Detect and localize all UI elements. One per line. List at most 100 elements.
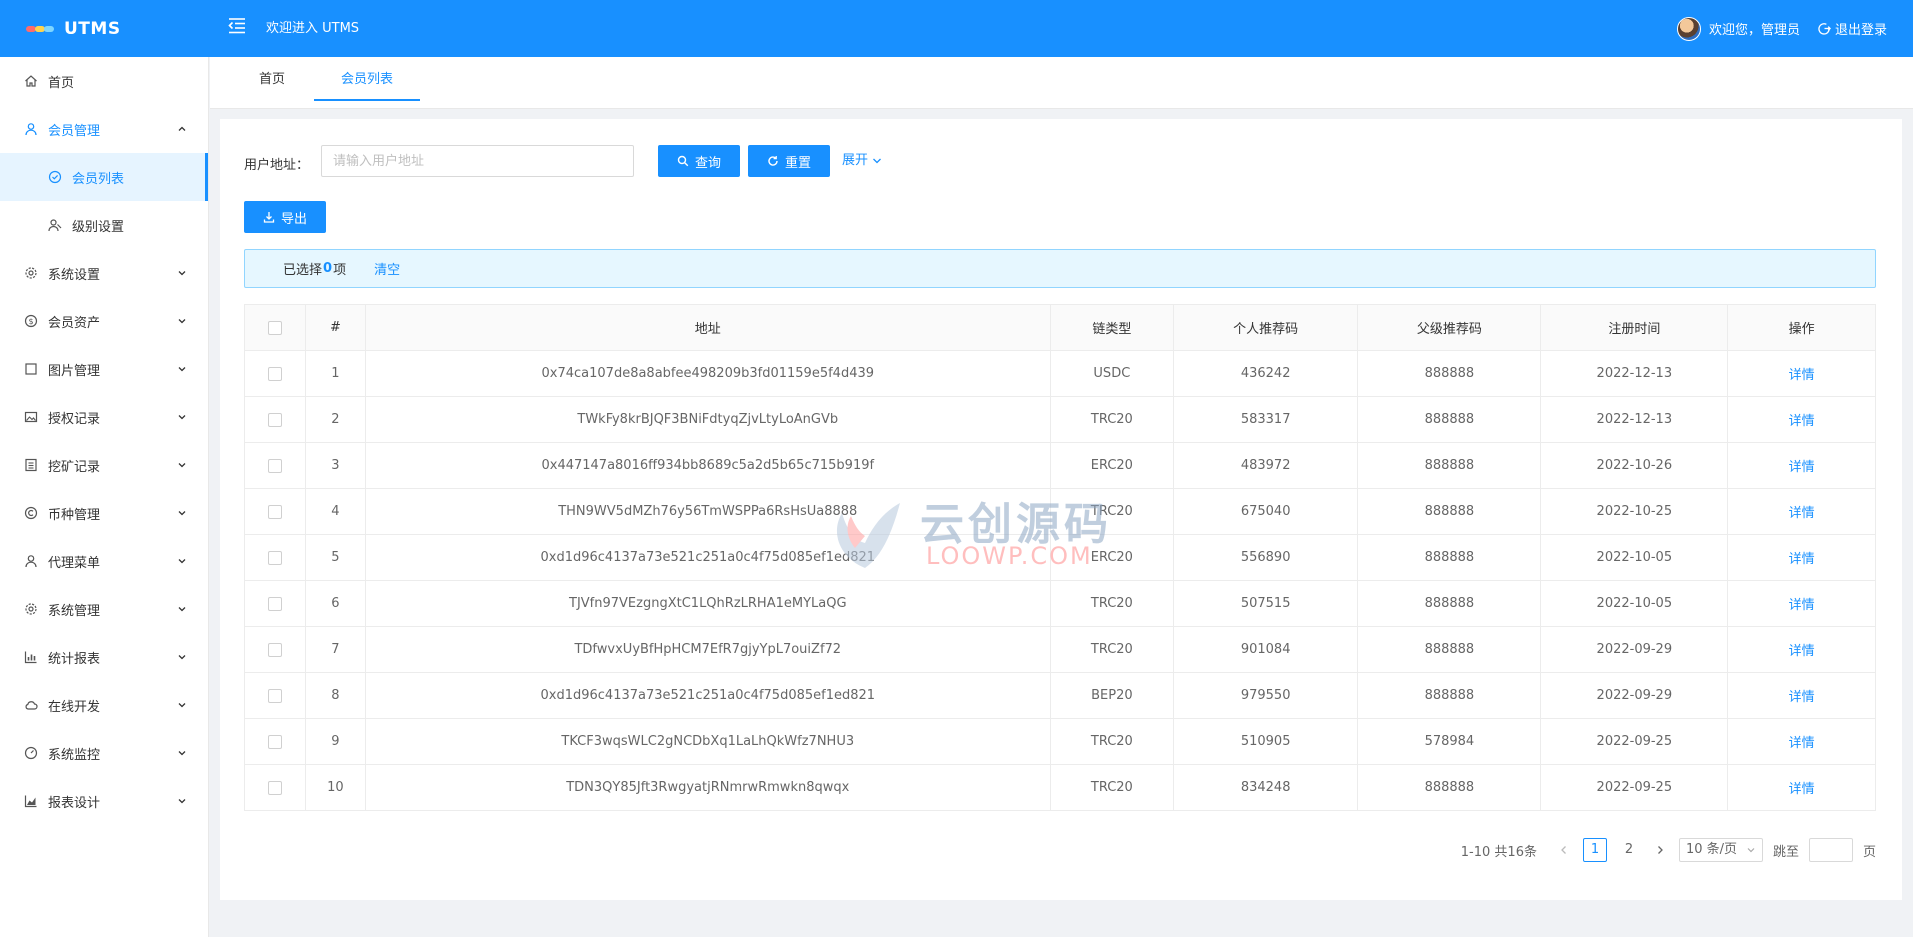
top-header: UTMS 欢迎进入 UTMS 欢迎您，管理员 退出登录 bbox=[0, 0, 1913, 57]
detail-link[interactable]: 详情 bbox=[1789, 598, 1815, 613]
detail-link[interactable]: 详情 bbox=[1789, 782, 1815, 797]
sidebar-item-member-management[interactable]: 会员管理 bbox=[0, 105, 208, 153]
sidebar-item-home[interactable]: 首页 bbox=[0, 57, 208, 105]
table-row: 8 0xd1d96c4137a73e521c251a0c4f75d085ef1e… bbox=[243, 672, 1876, 719]
expand-toggle[interactable]: 展开 bbox=[842, 145, 883, 177]
sidebar-item-label: 会员列表 bbox=[72, 171, 125, 187]
row-index: 2 bbox=[305, 396, 366, 443]
query-button[interactable]: 查询 bbox=[658, 145, 740, 177]
detail-link[interactable]: 详情 bbox=[1789, 414, 1815, 429]
parent-code-cell: 888888 bbox=[1357, 626, 1542, 673]
parent-code-cell: 888888 bbox=[1357, 396, 1542, 443]
sidebar-item-level-settings[interactable]: 级别设置 bbox=[0, 201, 208, 249]
dashboard-icon bbox=[24, 746, 38, 760]
referral-code-cell: 979550 bbox=[1172, 672, 1359, 719]
tab-member-list[interactable]: 会员列表 bbox=[314, 57, 420, 101]
address-cell: THN9WV5dMZh76y56TmWSPPa6RsHsUa8888 bbox=[364, 488, 1051, 535]
user-address-input[interactable] bbox=[321, 145, 634, 177]
address-cell: TKCF3wqsWLC2gNCDbXq1LaLhQkWfz7NHU3 bbox=[364, 718, 1051, 765]
select-all-checkbox[interactable] bbox=[268, 320, 283, 335]
table-row: 3 0x447147a8016ff934bb8689c5a2d5b65c715b… bbox=[243, 442, 1876, 489]
chevron-down-icon bbox=[178, 463, 186, 468]
row-checkbox[interactable] bbox=[268, 366, 283, 381]
sidebar-item-mining-records[interactable]: 挖矿记录 bbox=[0, 441, 208, 489]
clear-selection-link[interactable]: 清空 bbox=[374, 259, 400, 278]
sidebar-item-report-design[interactable]: 报表设计 bbox=[0, 777, 208, 825]
next-page-button[interactable] bbox=[1651, 838, 1669, 862]
circle-check-icon bbox=[48, 170, 62, 184]
jump-page-input[interactable] bbox=[1808, 838, 1853, 862]
reset-button[interactable]: 重置 bbox=[748, 145, 830, 177]
prev-page-button[interactable] bbox=[1555, 838, 1573, 862]
sidebar-item-label: 级别设置 bbox=[72, 219, 125, 235]
user-icon bbox=[24, 122, 38, 136]
page-size-select[interactable]: 10 条/页 bbox=[1678, 838, 1763, 862]
detail-link[interactable]: 详情 bbox=[1789, 552, 1815, 567]
table-row: 9 TKCF3wqsWLC2gNCDbXq1LaLhQkWfz7NHU3 TRC… bbox=[243, 718, 1876, 765]
row-checkbox[interactable] bbox=[268, 596, 283, 611]
page-tabs: 首页 会员列表 bbox=[210, 57, 1913, 109]
detail-link[interactable]: 详情 bbox=[1789, 690, 1815, 705]
page-button-1[interactable]: 1 bbox=[1582, 838, 1607, 862]
row-checkbox[interactable] bbox=[268, 412, 283, 427]
column-header: 注册时间 bbox=[1540, 304, 1729, 351]
address-cell: TWkFy8krBJQF3BNiFdtyqZjvLtyLoAnGVb bbox=[364, 396, 1051, 443]
menu-fold-icon[interactable] bbox=[226, 14, 248, 36]
square-icon bbox=[24, 362, 38, 376]
detail-link[interactable]: 详情 bbox=[1789, 736, 1815, 751]
sidebar-item-system-monitor[interactable]: 系统监控 bbox=[0, 729, 208, 777]
logout-button[interactable]: 退出登录 bbox=[1818, 19, 1887, 38]
detail-link[interactable]: 详情 bbox=[1789, 506, 1815, 521]
sidebar-item-online-dev[interactable]: 在线开发 bbox=[0, 681, 208, 729]
referral-code-cell: 510905 bbox=[1172, 718, 1359, 765]
sidebar-item-system-management[interactable]: 系统管理 bbox=[0, 585, 208, 633]
app-logo[interactable]: UTMS bbox=[26, 0, 121, 57]
chevron-down-icon bbox=[178, 559, 186, 564]
export-button[interactable]: 导出 bbox=[244, 201, 326, 233]
register-date-cell: 2022-09-29 bbox=[1540, 626, 1729, 673]
sidebar-item-member-list[interactable]: 会员列表 bbox=[0, 153, 208, 201]
row-checkbox[interactable] bbox=[268, 734, 283, 749]
sidebar-item-statistics[interactable]: 统计报表 bbox=[0, 633, 208, 681]
chain-cell: BEP20 bbox=[1049, 672, 1175, 719]
jump-suffix: 页 bbox=[1862, 844, 1876, 860]
page-size-value: 10 条/页 bbox=[1685, 842, 1738, 857]
detail-link[interactable]: 详情 bbox=[1789, 644, 1815, 659]
home-icon bbox=[24, 74, 38, 88]
sidebar-item-currency-management[interactable]: 币种管理 bbox=[0, 489, 208, 537]
tab-home[interactable]: 首页 bbox=[252, 57, 292, 109]
sidebar-item-member-assets[interactable]: $ 会员资产 bbox=[0, 297, 208, 345]
chain-cell: TRC20 bbox=[1049, 488, 1175, 535]
detail-link[interactable]: 详情 bbox=[1789, 460, 1815, 475]
table-header-row: # 地址 链类型 个人推荐码 父级推荐码 注册时间 操作 bbox=[243, 304, 1876, 351]
chevron-down-icon bbox=[178, 607, 186, 612]
member-table: # 地址 链类型 个人推荐码 父级推荐码 注册时间 操作 1 0x74ca107… bbox=[243, 304, 1876, 811]
user-menu[interactable]: 欢迎您，管理员 bbox=[1676, 16, 1800, 41]
sidebar-item-label: 系统设置 bbox=[48, 267, 101, 283]
table-row: 1 0x74ca107de8a8abfee498209b3fd01159e5f4… bbox=[243, 350, 1876, 397]
parent-code-cell: 888888 bbox=[1357, 350, 1542, 397]
sidebar-item-image-management[interactable]: 图片管理 bbox=[0, 345, 208, 393]
select-all-cell bbox=[243, 304, 307, 351]
column-header: 个人推荐码 bbox=[1172, 304, 1359, 351]
register-date-cell: 2022-10-05 bbox=[1540, 534, 1729, 581]
row-checkbox[interactable] bbox=[268, 642, 283, 657]
detail-link[interactable]: 详情 bbox=[1789, 368, 1815, 383]
page-button-2[interactable]: 2 bbox=[1617, 838, 1641, 862]
row-checkbox[interactable] bbox=[268, 688, 283, 703]
sidebar-item-auth-records[interactable]: 授权记录 bbox=[0, 393, 208, 441]
sidebar-item-system-settings[interactable]: 系统设置 bbox=[0, 249, 208, 297]
reset-label: 重置 bbox=[784, 155, 811, 171]
chevron-down-icon bbox=[1747, 848, 1755, 853]
row-checkbox[interactable] bbox=[268, 550, 283, 565]
row-checkbox[interactable] bbox=[268, 458, 283, 473]
pagination-total: 1-10 共16条 bbox=[1460, 844, 1537, 860]
users-icon bbox=[48, 218, 62, 232]
row-checkbox[interactable] bbox=[268, 504, 283, 519]
sidebar-item-agent-menu[interactable]: 代理菜单 bbox=[0, 537, 208, 585]
row-checkbox[interactable] bbox=[268, 780, 283, 795]
sidebar-item-label: 挖矿记录 bbox=[48, 459, 101, 475]
chevron-down-icon bbox=[178, 367, 186, 372]
row-index: 6 bbox=[305, 580, 366, 627]
table-row: 2 TWkFy8krBJQF3BNiFdtyqZjvLtyLoAnGVb TRC… bbox=[243, 396, 1876, 443]
